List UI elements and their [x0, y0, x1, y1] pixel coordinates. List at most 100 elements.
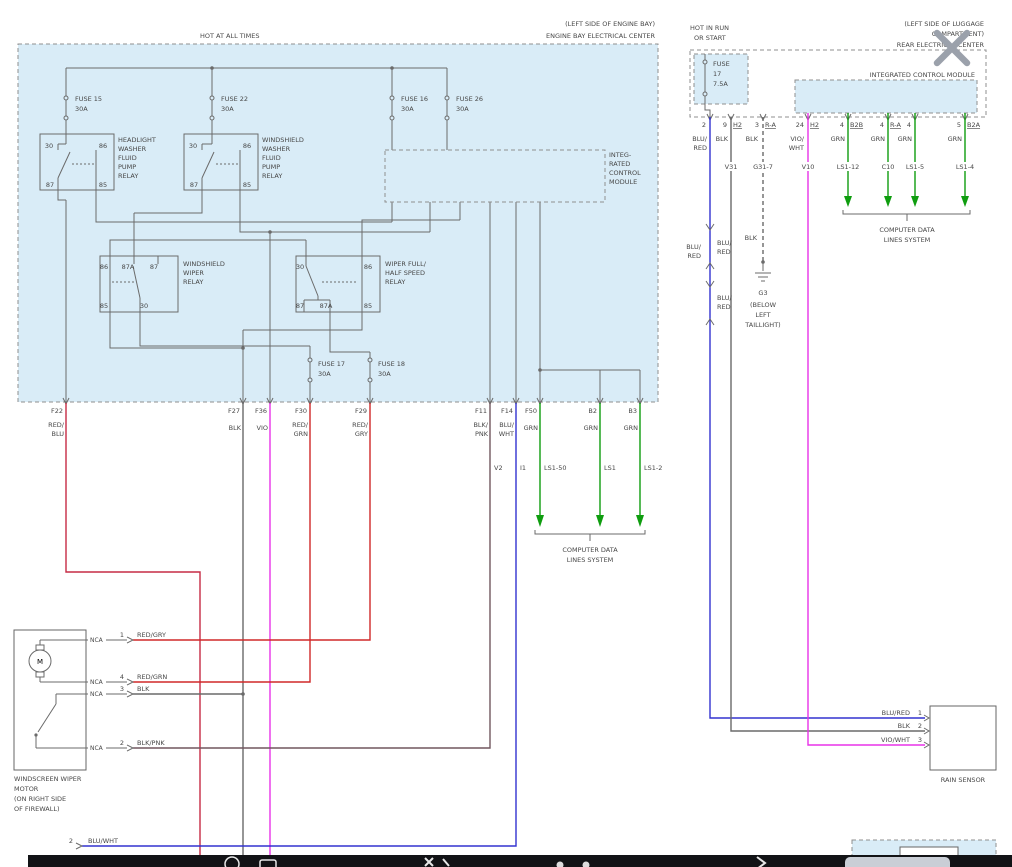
svg-text:WIPER: WIPER: [183, 269, 204, 277]
svg-text:R-A: R-A: [765, 121, 776, 129]
data-lines-label: COMPUTER DATA: [562, 546, 618, 554]
svg-text:RED: RED: [717, 303, 731, 311]
svg-text:BLU/: BLU/: [692, 135, 708, 143]
junction-dot: [761, 260, 765, 264]
svg-text:LS1-5: LS1-5: [906, 163, 924, 171]
svg-text:F30: F30: [295, 407, 307, 415]
svg-text:GRY: GRY: [355, 430, 368, 438]
rear-icm-box: [795, 80, 977, 113]
svg-text:BLK: BLK: [746, 135, 759, 143]
svg-text:LEFT: LEFT: [755, 311, 770, 319]
svg-text:GRN: GRN: [524, 424, 539, 432]
rear-circuit-ids: V31 G31-7 V10 LS1-12 C10 LS1-5 LS1-4: [717, 162, 979, 171]
fuse-name: FUSE 26: [456, 95, 483, 103]
svg-text:LS1-12: LS1-12: [837, 163, 860, 171]
svg-text:BLK: BLK: [716, 135, 729, 143]
module-label: INTEG-: [609, 151, 632, 159]
ground-name: G3: [758, 289, 767, 297]
location-label: (LEFT SIDE OF ENGINE BAY): [565, 20, 655, 28]
svg-text:VIO: VIO: [257, 424, 268, 432]
fuse-number: 17: [713, 70, 721, 78]
wire-blu-red: [710, 117, 925, 718]
windscreen-wiper-motor: M NCA 1 RED/GRY NCA 4 RED/GRN NCA 3 BLK …: [14, 630, 167, 813]
svg-text:MOTOR: MOTOR: [14, 785, 39, 793]
svg-text:4: 4: [120, 673, 124, 681]
panel-title: REAR ELECTRICAL CENTER: [897, 41, 985, 49]
svg-text:OR START: OR START: [694, 34, 726, 42]
svg-text:(BELOW: (BELOW: [750, 301, 777, 309]
relay-pin: 30: [296, 263, 304, 271]
relay-pin: 30: [45, 142, 53, 150]
svg-text:3: 3: [918, 736, 922, 744]
svg-text:GRN: GRN: [294, 430, 309, 438]
relay-pin: 85: [243, 181, 251, 189]
circuit-id-labels: V2 I1 LS1-50 LS1 LS1-2: [494, 464, 662, 472]
svg-text:LS1-2: LS1-2: [644, 464, 662, 472]
svg-text:BLU/: BLU/: [686, 243, 702, 251]
svg-text:NCA: NCA: [90, 745, 104, 752]
svg-text:F29: F29: [355, 407, 367, 415]
svg-text:FLUID: FLUID: [118, 154, 137, 162]
svg-text:9: 9: [723, 121, 727, 129]
svg-text:F50: F50: [525, 407, 537, 415]
relay-pin: 87: [190, 181, 198, 189]
fuse-symbol: [64, 96, 68, 100]
svg-text:RED: RED: [717, 248, 731, 256]
svg-text:RELAY: RELAY: [385, 278, 405, 286]
svg-text:(ON RIGHT SIDE: (ON RIGHT SIDE: [14, 795, 66, 803]
arrow-down-icon: [636, 515, 644, 527]
svg-text:CONTROL: CONTROL: [609, 169, 641, 177]
svg-text:RED: RED: [693, 144, 707, 152]
svg-text:GRN: GRN: [948, 135, 963, 143]
svg-text:RED/: RED/: [48, 421, 65, 429]
svg-text:F14: F14: [501, 407, 513, 415]
wire-color-labels: RED/BLU BLK VIO RED/GRN RED/GRY BLK/PNK …: [48, 421, 638, 438]
svg-text:WHT: WHT: [789, 144, 804, 152]
fuse-name: FUSE 17: [318, 360, 345, 368]
arrow-down-icon: [844, 196, 852, 207]
fuse-rating: 30A: [75, 105, 88, 113]
svg-text:BLK: BLK: [137, 685, 150, 693]
svg-text:2: 2: [918, 722, 922, 730]
fuse-name: FUSE: [713, 60, 730, 68]
bottom-toolbar[interactable]: [28, 855, 1012, 867]
junction-dot: [241, 692, 245, 696]
fuse-rating: 30A: [318, 370, 331, 378]
svg-text:RED/GRY: RED/GRY: [137, 631, 166, 639]
relay-pin: 87: [296, 302, 304, 310]
rain-sensor-box: [930, 706, 996, 770]
svg-text:HALF SPEED: HALF SPEED: [385, 269, 425, 277]
connector-chevron: [76, 843, 82, 849]
rear-wire-color-labels: BLU/RED BLK BLK VIO/WHT GRN GRN GRN GRN: [692, 135, 962, 152]
svg-text:BLK/PNK: BLK/PNK: [137, 739, 165, 747]
wire-red-gry: [133, 403, 370, 640]
svg-text:I1: I1: [520, 464, 526, 472]
svg-text:F27: F27: [228, 407, 240, 415]
svg-text:GRN: GRN: [584, 424, 599, 432]
wire-vio-wht: [808, 113, 925, 745]
svg-text:F36: F36: [255, 407, 267, 415]
svg-text:TAILLIGHT): TAILLIGHT): [744, 321, 780, 329]
svg-text:RED/GRN: RED/GRN: [137, 673, 167, 681]
svg-text:4: 4: [840, 121, 844, 129]
svg-text:H2: H2: [810, 121, 819, 129]
motor-box: [14, 630, 86, 770]
svg-text:LINES SYSTEM: LINES SYSTEM: [884, 236, 931, 244]
svg-text:BLU/RED: BLU/RED: [882, 709, 910, 717]
svg-text:G31-7: G31-7: [753, 163, 773, 171]
svg-text:RED/: RED/: [352, 421, 369, 429]
svg-text:B3: B3: [628, 407, 637, 415]
location-label: (LEFT SIDE OF LUGGAGE: [904, 20, 984, 28]
svg-text:WINDSCREEN WIPER: WINDSCREEN WIPER: [14, 775, 82, 783]
connector-wire: BLU/WHT: [88, 837, 118, 845]
inline-blk-label: BLK: [745, 234, 758, 242]
svg-text:NCA: NCA: [90, 679, 104, 686]
harness-wires-left: [66, 403, 516, 855]
svg-text:BLU/: BLU/: [717, 239, 733, 247]
module-label: INTEGRATED CONTROL MODULE: [870, 71, 975, 79]
svg-text:BLU/: BLU/: [717, 294, 733, 302]
connector-pin-labels: F22 F27 F36 F30 F29 F11 F14 F50 B2 B3: [51, 407, 637, 415]
keyboard-button[interactable]: [845, 857, 950, 867]
relay-pin: 87A: [320, 302, 333, 310]
svg-text:RELAY: RELAY: [183, 278, 203, 286]
